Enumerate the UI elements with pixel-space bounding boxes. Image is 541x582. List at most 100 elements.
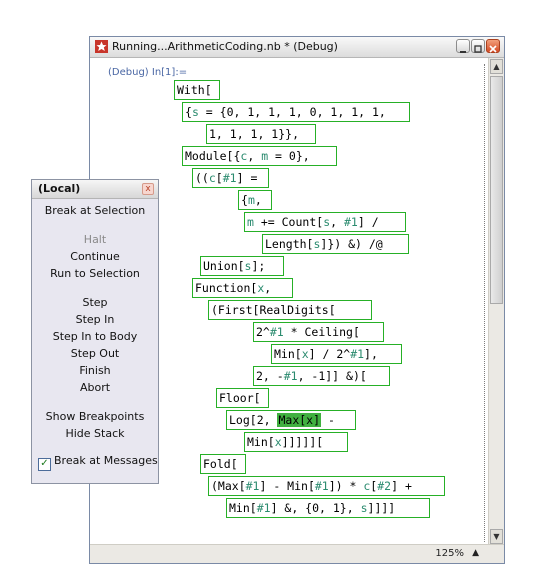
code-token: #1	[350, 347, 365, 361]
mathematica-icon	[95, 40, 108, 53]
code-c-assign[interactable]: ((c[#1] =	[192, 168, 269, 188]
run-to-selection-button[interactable]: Run to Selection	[32, 267, 158, 280]
code-min-x[interactable]: Min[x] / 2^#1],	[271, 344, 402, 364]
zoom-level[interactable]: 125%	[435, 548, 464, 559]
code-m-list[interactable]: {m,	[238, 190, 272, 210]
code-token: [	[215, 171, 223, 185]
debugger-close-icon[interactable]: x	[142, 183, 154, 195]
code-token: * Ceiling[	[283, 325, 360, 339]
chevron-up-icon: ▲	[493, 62, 500, 71]
break-at-selection-button[interactable]: Break at Selection	[32, 204, 158, 217]
code-token: ]]]]	[367, 501, 396, 515]
debugger-palette: (Local) x Break at Selection Halt Contin…	[31, 179, 159, 484]
code-log[interactable]: Log[2, Max[x] -	[226, 410, 356, 430]
code-token: Log[2,	[229, 413, 278, 427]
code-token: += Count[	[253, 215, 324, 229]
close-icon	[489, 45, 497, 53]
hide-stack-button[interactable]: Hide Stack	[32, 427, 158, 440]
scroll-up-button[interactable]: ▲	[490, 59, 503, 74]
code-module[interactable]: Module[{c, m = 0},	[182, 146, 337, 166]
code-token: ],	[364, 347, 378, 361]
code-min-x-close[interactable]: Min[x]]]]][	[244, 432, 348, 452]
notebook-title: Running...ArithmeticCoding.nb * (Debug)	[112, 40, 338, 53]
code-fold-function[interactable]: (Max[#1] - Min[#1]) * c[#2] +	[208, 476, 445, 496]
step-in-to-body-button[interactable]: Step In to Body	[32, 330, 158, 343]
minimize-icon	[460, 51, 466, 53]
code-token: ] / 2^	[308, 347, 351, 361]
code-token: ] &, {0, 1},	[270, 501, 361, 515]
code-union[interactable]: Union[s];	[200, 256, 284, 276]
code-token: m	[247, 193, 255, 207]
status-bar: 125% ▲	[90, 544, 504, 563]
code-token: 2^	[256, 325, 270, 339]
code-token: {	[241, 193, 248, 207]
code-fold[interactable]: Fold[	[200, 454, 246, 474]
step-out-button[interactable]: Step Out	[32, 347, 158, 360]
code-token: Module[{	[185, 149, 241, 163]
code-token: Length[	[265, 237, 314, 251]
code-token: s	[360, 501, 368, 515]
code-count[interactable]: m += Count[s, #1] /	[244, 212, 406, 232]
code-token: ]) *	[328, 479, 364, 493]
zoom-menu-icon[interactable]: ▲	[472, 548, 479, 558]
code-token: ]}) &) /@	[320, 237, 383, 251]
halt-button[interactable]: Halt	[32, 233, 158, 246]
code-token: #1	[343, 215, 358, 229]
show-breakpoints-button[interactable]: Show Breakpoints	[32, 410, 158, 423]
debugger-title: (Local)	[38, 182, 81, 195]
code-token: Function[	[195, 281, 258, 295]
code-fold-args[interactable]: Min[#1] &, {0, 1}, s]]]]	[226, 498, 430, 518]
code-token: m	[247, 215, 254, 229]
code-token: (Max[	[211, 479, 246, 493]
break-at-messages-option[interactable]: ✓ Break at Messages	[38, 454, 158, 471]
code-token: Min[	[247, 435, 275, 449]
code-token: {	[185, 105, 192, 119]
vertical-scrollbar[interactable]: ▲ ▼	[488, 58, 504, 545]
code-token: 2, -	[256, 369, 284, 383]
code-token: x	[274, 435, 282, 449]
code-token: #2	[377, 479, 392, 493]
break-at-messages-label: Break at Messages	[54, 454, 158, 467]
maximize-button[interactable]	[471, 39, 485, 53]
finish-button[interactable]: Finish	[32, 364, 158, 377]
code-token: 1, 1, 1, 1}},	[209, 127, 300, 141]
code-token: #1	[269, 325, 284, 339]
code-token: ];	[251, 259, 266, 273]
code-token: Fold[	[203, 457, 238, 471]
code-function[interactable]: Function[x,	[192, 278, 293, 298]
minimize-button[interactable]	[456, 39, 470, 53]
code-token: = {0, 1, 1, 1, 0, 1, 1, 1,	[198, 105, 386, 119]
selected-expression[interactable]: Max[x]	[277, 413, 322, 427]
code-token: ((	[195, 171, 209, 185]
scroll-thumb[interactable]	[490, 76, 503, 304]
code-length[interactable]: Length[s]}) &) /@	[262, 234, 409, 254]
code-token: Min[	[274, 347, 302, 361]
code-token: Max[	[278, 413, 307, 427]
cell-bracket[interactable]	[481, 64, 485, 542]
code-token: With[	[177, 83, 212, 97]
code-token: ] =	[236, 171, 258, 185]
notebook-title-bar[interactable]: Running...ArithmeticCoding.nb * (Debug)	[90, 37, 504, 58]
code-token: ,	[247, 149, 262, 163]
debugger-title-bar[interactable]: (Local) x	[32, 180, 158, 199]
code-token: c	[208, 171, 216, 185]
code-realdigits-args[interactable]: 2, -#1, -1]] &)[	[253, 366, 390, 386]
code-floor[interactable]: Floor[	[216, 388, 269, 408]
close-button[interactable]	[486, 39, 500, 53]
code-s-list-cont[interactable]: 1, 1, 1, 1}},	[206, 124, 316, 144]
code-first-realdigits[interactable]: (First[RealDigits[	[208, 300, 372, 320]
break-at-messages-checkbox[interactable]: ✓	[38, 458, 51, 471]
code-token: #1	[256, 501, 271, 515]
code-token: ]	[313, 413, 321, 427]
code-s-list[interactable]: {s = {0, 1, 1, 1, 0, 1, 1, 1,	[182, 102, 410, 122]
step-in-button[interactable]: Step In	[32, 313, 158, 326]
step-button[interactable]: Step	[32, 296, 158, 309]
code-with[interactable]: With[	[174, 80, 220, 100]
code-token: (First[RealDigits[	[211, 303, 336, 317]
code-ceiling[interactable]: 2^#1 * Ceiling[	[253, 322, 384, 342]
continue-button[interactable]: Continue	[32, 250, 158, 263]
scroll-down-button[interactable]: ▼	[490, 529, 503, 544]
code-token: Min[	[229, 501, 257, 515]
code-token: Union[	[203, 259, 245, 273]
abort-button[interactable]: Abort	[32, 381, 158, 394]
